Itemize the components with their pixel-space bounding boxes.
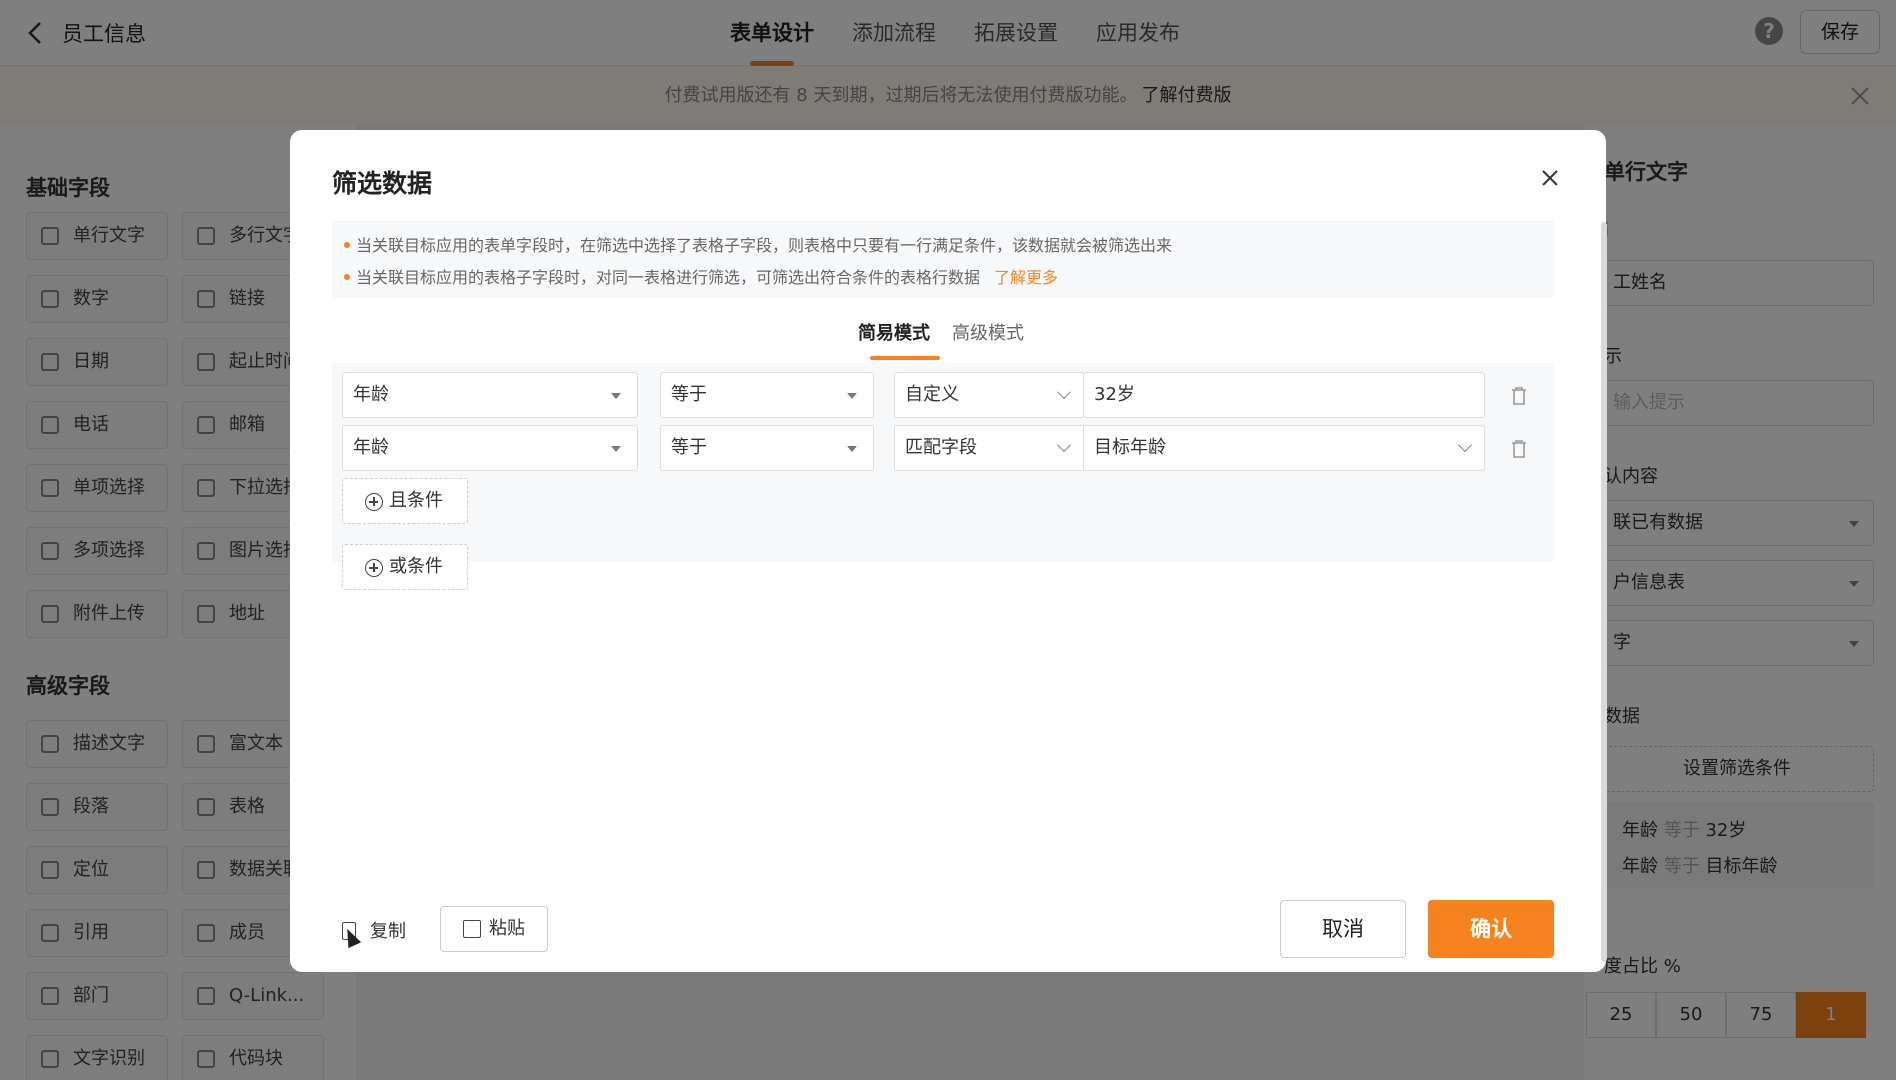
tab-simple-mode[interactable]: 简易模式 [858, 318, 940, 360]
condition-field-select[interactable]: 年龄 [342, 425, 638, 471]
trash-icon[interactable] [1510, 439, 1528, 459]
condition-operator-select[interactable]: 等于 [660, 372, 874, 418]
condition-value-select[interactable]: 目标年龄 [1083, 425, 1485, 471]
confirm-button[interactable]: 确认 [1428, 900, 1554, 958]
caret-down-icon [847, 393, 857, 399]
notice-line: 当关联目标应用的表单字段时，在筛选中选择了表格子字段，则表格中只要有一行满足条件… [344, 232, 1172, 256]
cancel-button[interactable]: 取消 [1280, 900, 1406, 958]
button-label: 复制 [370, 921, 406, 942]
learn-more-link[interactable]: 了解更多 [994, 268, 1058, 287]
dialog-title: 筛选数据 [332, 169, 433, 198]
caret-down-icon [611, 446, 621, 452]
button-label: 粘贴 [489, 918, 525, 939]
bullet-icon [344, 241, 350, 248]
mode-tabs: 简易模式 高级模式 [858, 318, 1024, 360]
filter-dialog: 筛选数据 当关联目标应用的表单字段时，在筛选中选择了表格子字段，则表格中只要有一… [290, 130, 1607, 972]
chevron-down-icon [1457, 437, 1473, 453]
select-value: 自定义 [905, 384, 959, 405]
button-label: 且条件 [389, 490, 443, 511]
select-value: 等于 [671, 384, 707, 405]
notice-box: 当关联目标应用的表单字段时，在筛选中选择了表格子字段，则表格中只要有一行满足条件… [332, 220, 1554, 298]
notice-line: 当关联目标应用的表格子字段时，对同一表格进行筛选，可筛选出符合条件的表格行数据了… [344, 264, 1058, 288]
condition-value-type-select[interactable]: 匹配字段 [894, 425, 1084, 471]
plus-circle-icon [365, 559, 383, 577]
plus-circle-icon [365, 493, 383, 511]
caret-down-icon [847, 446, 857, 452]
caret-down-icon [611, 393, 621, 399]
select-value: 目标年龄 [1094, 437, 1166, 458]
condition-value-type-select[interactable]: 自定义 [894, 372, 1084, 418]
close-icon[interactable] [1538, 166, 1562, 190]
paste-icon [463, 920, 481, 938]
tab-advanced-mode[interactable]: 高级模式 [952, 318, 1024, 360]
select-value: 匹配字段 [905, 437, 977, 458]
dialog-scrollbar[interactable] [1601, 222, 1607, 962]
select-value: 年龄 [353, 384, 389, 405]
select-value: 等于 [671, 437, 707, 458]
trash-icon[interactable] [1510, 386, 1528, 406]
paste-button[interactable]: 粘贴 [440, 906, 548, 952]
notice-text: 当关联目标应用的表单字段时，在筛选中选择了表格子字段，则表格中只要有一行满足条件… [356, 236, 1173, 255]
condition-field-select[interactable]: 年龄 [342, 372, 638, 418]
button-label: 或条件 [389, 556, 443, 577]
chevron-down-icon [1056, 384, 1072, 400]
notice-text: 当关联目标应用的表格子字段时，对同一表格进行筛选，可筛选出符合条件的表格行数据 [356, 268, 981, 287]
add-or-condition-button[interactable]: 或条件 [342, 544, 468, 590]
add-and-condition-button[interactable]: 且条件 [342, 478, 468, 524]
bullet-icon [344, 273, 350, 280]
condition-operator-select[interactable]: 等于 [660, 425, 874, 471]
condition-group: 年龄 等于 自定义 32岁 年龄 等于 匹配字段 目标年龄 且条件 [332, 362, 1554, 562]
select-value: 年龄 [353, 437, 389, 458]
chevron-down-icon [1056, 437, 1072, 453]
condition-value-input[interactable]: 32岁 [1083, 372, 1485, 418]
